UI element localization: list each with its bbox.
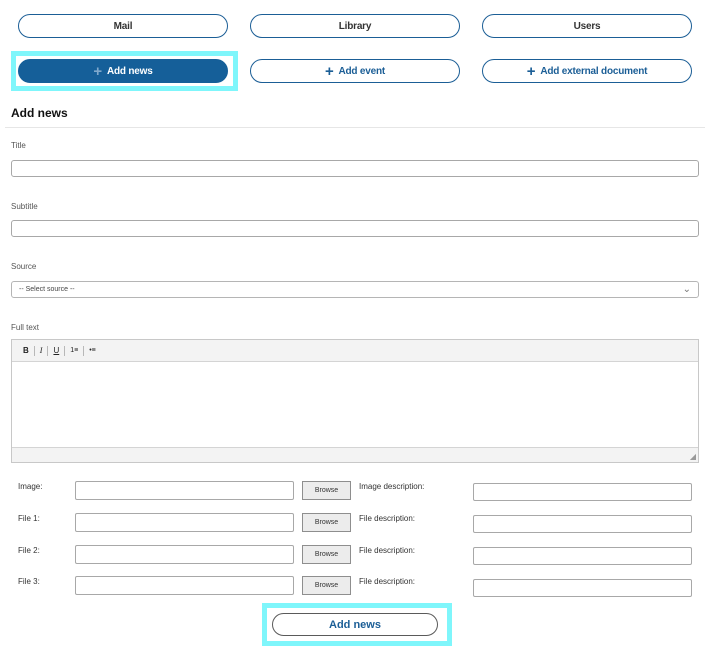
add-news-button-label: Add news [106, 65, 153, 77]
add-news-button[interactable]: + Add news [18, 59, 228, 83]
page-title: Add news [11, 106, 68, 120]
file2-input[interactable] [75, 545, 294, 564]
file3-description-input[interactable] [473, 579, 692, 597]
plus-icon: + [526, 62, 536, 80]
file1-input[interactable] [75, 513, 294, 532]
add-event-button[interactable]: + Add event [250, 59, 460, 83]
submit-button-label: Add news [329, 618, 381, 631]
file3-label: File 3: [18, 577, 40, 586]
mail-button-label: Mail [113, 20, 133, 32]
add-news-submit-button[interactable]: Add news [272, 613, 438, 636]
plus-icon: + [324, 62, 334, 80]
subtitle-label: Subtitle [11, 202, 38, 211]
file2-description-label: File description: [359, 546, 416, 555]
add-event-button-label: Add event [338, 65, 386, 77]
image-file-input[interactable] [75, 481, 294, 500]
file2-browse-button[interactable]: Browse [302, 545, 351, 564]
fulltext-editor[interactable]: B I U 1≡ •≡ ◢ [11, 339, 699, 463]
file3-description-label: File description: [359, 577, 416, 586]
image-browse-button[interactable]: Browse [302, 481, 351, 500]
bullet-list-icon[interactable]: •≡ [86, 347, 99, 354]
mail-button[interactable]: Mail [18, 14, 228, 38]
fulltext-label: Full text [11, 323, 40, 332]
file1-description-label: File description: [359, 514, 416, 523]
plus-icon: + [93, 62, 102, 80]
toolbar-separator [64, 345, 66, 356]
add-external-document-button[interactable]: + Add external document [482, 59, 692, 83]
source-select-value: -- Select source -- [19, 286, 75, 293]
file2-label: File 2: [18, 546, 40, 555]
library-button[interactable]: Library [250, 14, 460, 38]
underline-icon[interactable]: U [50, 346, 62, 355]
file3-browse-button[interactable]: Browse [302, 576, 351, 595]
title-label: Title [11, 141, 26, 150]
bold-icon[interactable]: B [20, 346, 32, 355]
chevron-down-icon: ⌄ [682, 284, 691, 295]
section-divider [5, 127, 705, 128]
file2-description-input[interactable] [473, 547, 692, 565]
editor-toolbar: B I U 1≡ •≡ [12, 340, 698, 362]
title-input[interactable] [11, 160, 699, 177]
image-label: Image: [18, 482, 43, 491]
source-select[interactable]: -- Select source -- ⌄ [11, 281, 699, 298]
file3-input[interactable] [75, 576, 294, 595]
add-external-document-button-label: Add external document [540, 65, 648, 77]
resize-handle-icon[interactable]: ◢ [690, 452, 696, 461]
image-description-label: Image description: [359, 482, 425, 491]
file1-label: File 1: [18, 514, 40, 523]
italic-icon[interactable]: I [37, 346, 46, 355]
toolbar-separator [47, 345, 49, 356]
library-button-label: Library [338, 20, 372, 32]
file1-description-input[interactable] [473, 515, 692, 533]
editor-status-bar: ◢ [12, 447, 698, 462]
users-button-label: Users [573, 20, 601, 32]
subtitle-input[interactable] [11, 220, 699, 237]
source-label: Source [11, 262, 37, 271]
ordered-list-icon[interactable]: 1≡ [67, 347, 81, 354]
toolbar-separator [83, 345, 85, 356]
image-description-input[interactable] [473, 483, 692, 501]
users-button[interactable]: Users [482, 14, 692, 38]
toolbar-separator [33, 345, 35, 356]
file1-browse-button[interactable]: Browse [302, 513, 351, 532]
